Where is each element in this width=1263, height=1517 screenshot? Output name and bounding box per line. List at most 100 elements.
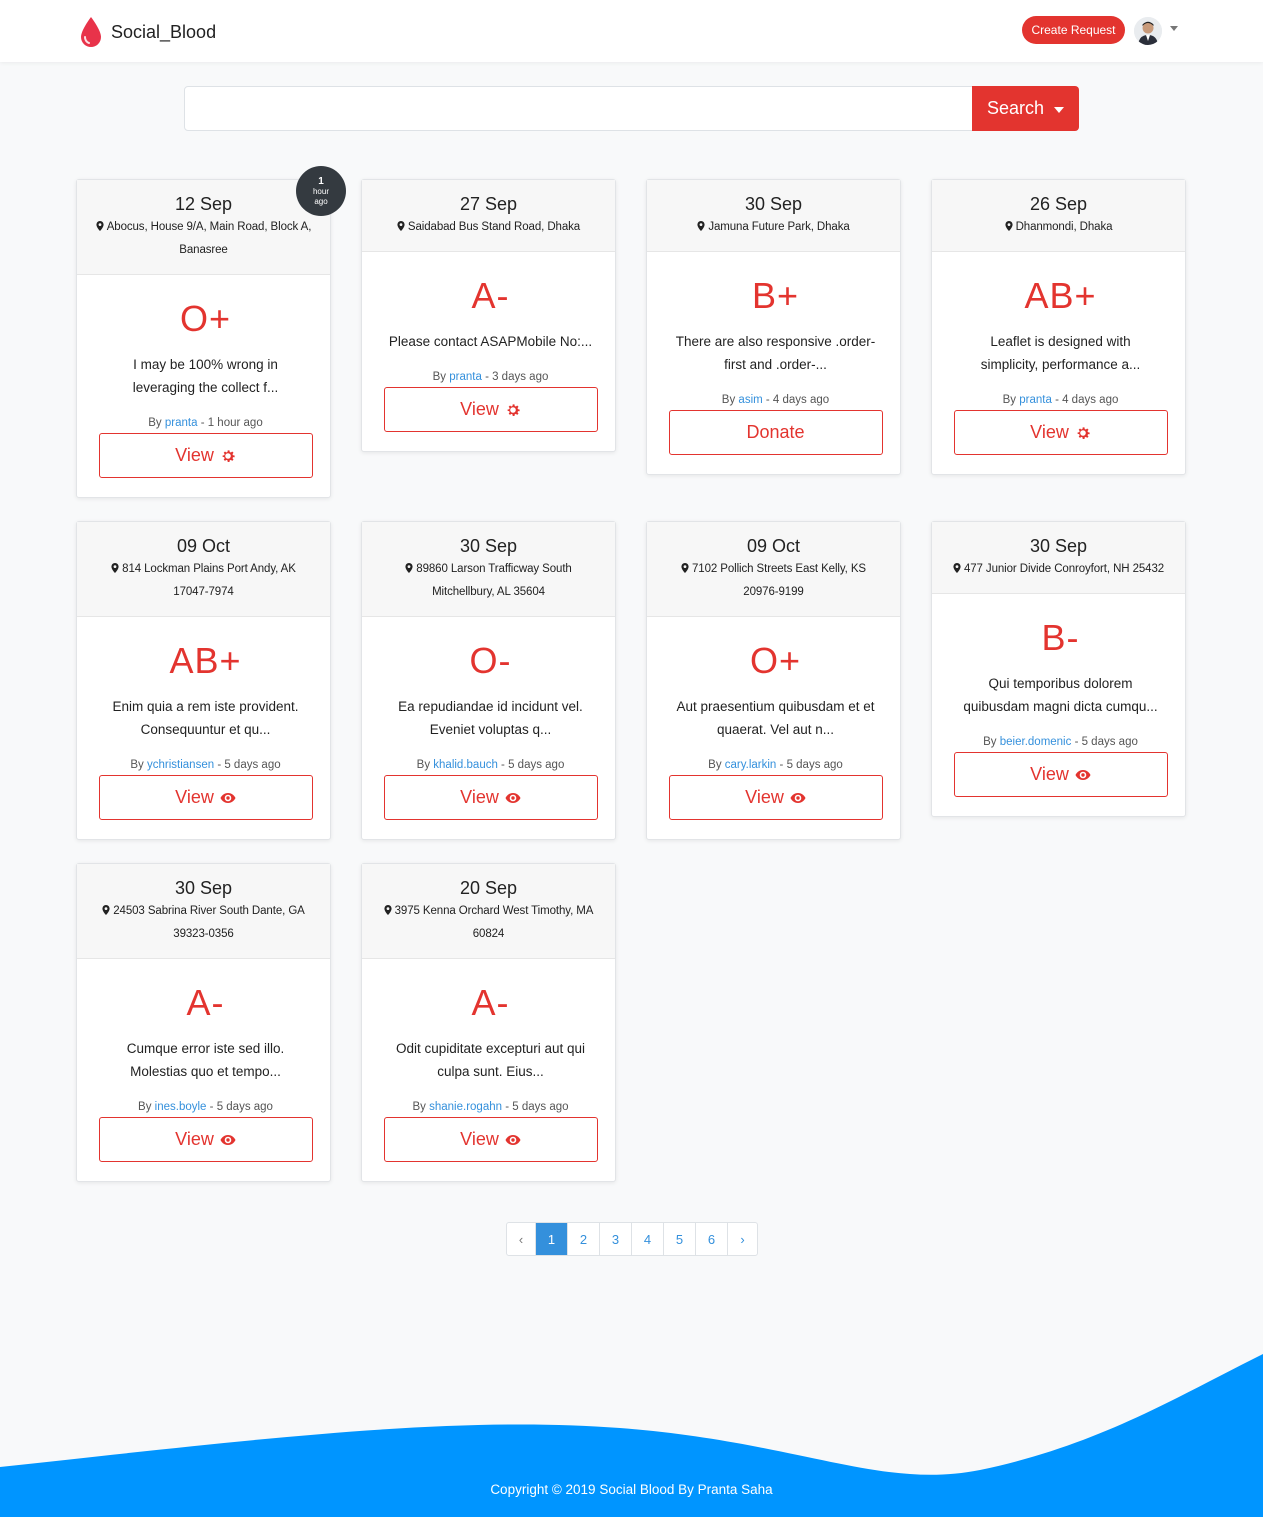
card-date: 26 Sep (1029, 194, 1088, 214)
card-description-line-1: Leaflet is designed with (990, 334, 1131, 349)
user-menu-caret-icon[interactable] (1170, 26, 1178, 31)
card-by-label: By (983, 736, 1000, 748)
blood-group: A- (471, 275, 510, 316)
card-author-link[interactable]: beier.domenic (1000, 736, 1072, 748)
card-description-line-1: There are also responsive .order- (675, 334, 876, 349)
pagination-page-1[interactable]: 1 (536, 1223, 568, 1255)
user-avatar-icon (1134, 17, 1162, 45)
search-button-label: Search (986, 98, 1045, 118)
brand-link[interactable]: Social_Blood (79, 16, 216, 48)
card-header: 30 Sep 477 Junior Divide Conroyfort, NH 2… (932, 522, 1185, 594)
card-meta: By pranta - 4 days ago (952, 392, 1169, 408)
view-button[interactable]: View (383, 775, 598, 820)
card-header: 30 Sep 24503 Sabrina River South Dante, G… (77, 864, 330, 959)
request-card: 30 Sep 477 Junior Divide Conroyfort, NH 2… (931, 521, 1186, 817)
card-body: B- Qui temporibus dolorem quibusdam magni … (932, 594, 1185, 816)
card-author-link[interactable]: ines.boyle (155, 1101, 207, 1113)
card-button-label: View (175, 1129, 214, 1149)
map-marker-icon (953, 563, 964, 575)
donate-button[interactable]: Donate (668, 410, 883, 455)
pagination-page-4[interactable]: 4 (632, 1223, 664, 1255)
card-location: 477 Junior Divide Conroyfort, NH 25432 (940, 558, 1177, 581)
request-card: 09 Oct 814 Lockman Plains Port Andy, AK 17… (76, 521, 331, 840)
card-description-line-1: Aut praesentium quibusdam et et (676, 699, 875, 714)
card-location-line-2: Mitchellbury, AL 35604 (432, 586, 545, 598)
card-time-ago: - 5 days ago (1071, 736, 1138, 748)
avatar[interactable] (1134, 17, 1162, 45)
pagination-page-3[interactable]: 3 (600, 1223, 632, 1255)
card-description-line-2: quaerat. Vel aut n... (716, 722, 835, 737)
view-button[interactable]: View (668, 775, 883, 820)
view-button[interactable]: View (953, 410, 1168, 455)
card-location: Jamuna Future Park, Dhaka (655, 216, 892, 239)
card-time-ago: - 5 days ago (497, 759, 565, 771)
blood-group: AB+ (169, 640, 242, 681)
pagination-page-5[interactable]: 5 (664, 1223, 696, 1255)
card-description-line-2: Eveniet voluptas q... (429, 722, 552, 737)
navbar: Social_Blood Create Request (0, 0, 1263, 62)
card-description-line-1: Ea repudiandae id incidunt vel. (398, 699, 583, 714)
card-author-link[interactable]: ychristiansen (147, 759, 214, 771)
card-author-link[interactable]: shanie.rogahn (429, 1101, 502, 1113)
card-author-link[interactable]: khalid.bauch (433, 759, 498, 771)
pagination: ‹ 1 2 3 4 5 6 › (506, 1222, 758, 1256)
card-description: Qui temporibus dolorem quibusdam magni di… (952, 672, 1169, 718)
blood-group: O- (469, 640, 512, 681)
card-description: Enim quia a rem iste provident. Consequun… (97, 695, 314, 741)
card-by-label: By (412, 1101, 430, 1113)
pagination-page-2[interactable]: 2 (568, 1223, 600, 1255)
card-body: O- Ea repudiandae id incidunt vel. Eveniet… (362, 617, 615, 839)
card-location-line-2: 20976-9199 (743, 586, 804, 598)
map-marker-icon (1004, 221, 1016, 233)
request-card: 30 Sep 89860 Larson Trafficway South Mitch… (361, 521, 616, 840)
map-marker-icon (405, 563, 416, 575)
card-meta: By pranta - 3 days ago (382, 369, 599, 385)
card-author-link[interactable]: cary.larkin (725, 759, 777, 771)
card-meta: By beier.domenic - 5 days ago (952, 734, 1169, 750)
card-button-label: View (1030, 422, 1069, 442)
card-description-line-1: Cumque error iste sed illo. (126, 1041, 285, 1056)
create-request-button[interactable]: Create Request (1022, 16, 1125, 44)
view-button[interactable]: View (383, 1117, 598, 1162)
card-description-line-2: culpa sunt. Eius... (437, 1064, 544, 1079)
eye-icon (220, 1132, 236, 1148)
card-meta: By ines.boyle - 5 days ago (97, 1099, 314, 1115)
card-author-link[interactable]: asim (738, 394, 762, 406)
map-marker-icon (681, 563, 692, 575)
card-by-label: By (138, 1101, 155, 1113)
card-meta: By ychristiansen - 5 days ago (97, 757, 314, 773)
view-button[interactable]: View (953, 752, 1168, 797)
card-location: Abocus, House 9/A, Main Road, Block A, Ba… (85, 216, 322, 262)
card-description-line-2: simplicity, performance a... (980, 357, 1141, 372)
card-by-label: By (1002, 394, 1020, 406)
card-date: 30 Sep (744, 194, 803, 214)
card-header: 26 Sep Dhanmondi, Dhaka (932, 180, 1185, 252)
search-button[interactable]: Search (972, 86, 1079, 131)
map-marker-icon (96, 221, 107, 233)
pagination-next[interactable]: › (728, 1223, 757, 1255)
card-button-label: Donate (746, 422, 805, 442)
view-button[interactable]: View (383, 387, 598, 432)
card-description-line-1: I may be 100% wrong in (133, 357, 278, 372)
card-author-link[interactable]: pranta (449, 371, 482, 383)
view-button[interactable]: View (98, 433, 313, 478)
card-location: 814 Lockman Plains Port Andy, AK 17047-79… (85, 558, 322, 604)
blood-group: A- (186, 982, 225, 1023)
pagination-page-6[interactable]: 6 (696, 1223, 728, 1255)
card-author-link[interactable]: pranta (165, 417, 198, 429)
card-location-line-1: 3975 Kenna Orchard West Timothy, MA (394, 905, 594, 917)
card-header: 12 Sep Abocus, House 9/A, Main Road, Bloc… (77, 180, 330, 275)
card-date: 09 Oct (176, 536, 231, 556)
card-author-link[interactable]: pranta (1019, 394, 1052, 406)
card-description: Aut praesentium quibusdam et et quaerat. … (667, 695, 884, 741)
footer-copyright: Copyright © 2019 Social Blood By Pranta … (490, 1482, 773, 1497)
view-button[interactable]: View (98, 775, 313, 820)
view-button[interactable]: View (98, 1117, 313, 1162)
card-button-label: View (175, 445, 214, 465)
search-input[interactable] (184, 86, 973, 131)
card-header: 09 Oct 7102 Pollich Streets East Kelly, K… (647, 522, 900, 617)
card-by-label: By (708, 759, 725, 771)
card-location-line-1: Jamuna Future Park, Dhaka (708, 221, 850, 233)
pagination-prev[interactable]: ‹ (507, 1223, 536, 1255)
blood-group: O+ (179, 298, 232, 339)
